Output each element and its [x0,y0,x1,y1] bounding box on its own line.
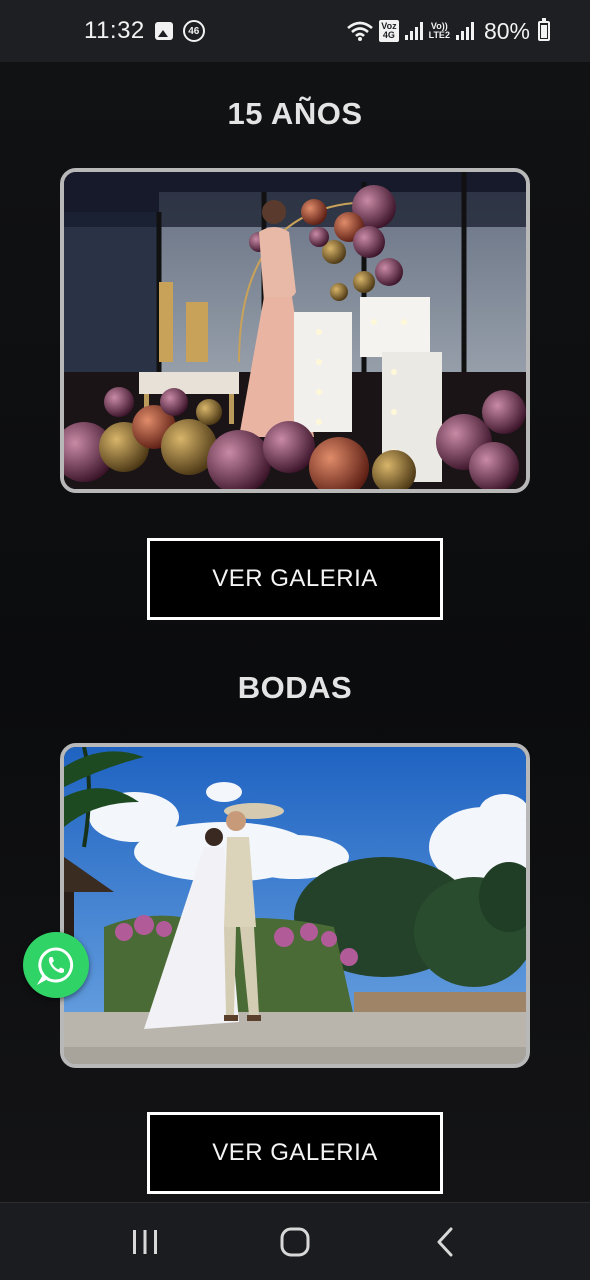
quinceanera-photo [60,168,530,493]
status-bar: 11:32 46 Voz 4G Vo)) LTE2 80% [0,0,590,62]
battery-icon [538,18,550,41]
wedding-photo [60,743,530,1068]
recent-apps-icon [133,1229,157,1254]
volte-4g-icon: Voz 4G [379,20,399,42]
section-title-15-anos: 15 AÑOS [227,96,363,131]
ver-galeria-15-anos-button[interactable]: VER GALERIA [147,538,443,620]
recent-apps-button[interactable] [115,1212,175,1272]
back-button[interactable] [415,1212,475,1272]
lte-bottom-label: LTE2 [428,30,450,40]
signal-2-icon [455,22,474,40]
home-button[interactable] [265,1212,325,1272]
gallery-notification-icon [154,22,173,40]
page-content[interactable]: 15 AÑOS VER GALERIA BODAS VER GALERIA [0,62,590,1202]
wifi-icon [347,21,374,41]
signal-1-icon [404,22,423,40]
clock: 11:32 [84,17,145,44]
status-right: Voz 4G Vo)) LTE2 80% [347,18,550,45]
home-icon [280,1227,310,1256]
notification-badge: 46 [182,20,205,42]
status-left: 11:32 46 [84,17,205,45]
whatsapp-button[interactable] [23,932,89,998]
back-icon [437,1227,453,1256]
wedding-photo-image [64,747,526,1064]
section-title-bodas: BODAS [237,670,353,705]
volte-bottom-label: 4G [382,30,395,40]
ver-galeria-bodas-button[interactable]: VER GALERIA [147,1112,443,1194]
whatsapp-icon [36,947,74,985]
battery-percent: 80% [483,17,530,44]
lte2-icon: Vo)) LTE2 [429,22,450,40]
quinceanera-photo-image [64,172,526,489]
navigation-bar [0,1202,590,1280]
